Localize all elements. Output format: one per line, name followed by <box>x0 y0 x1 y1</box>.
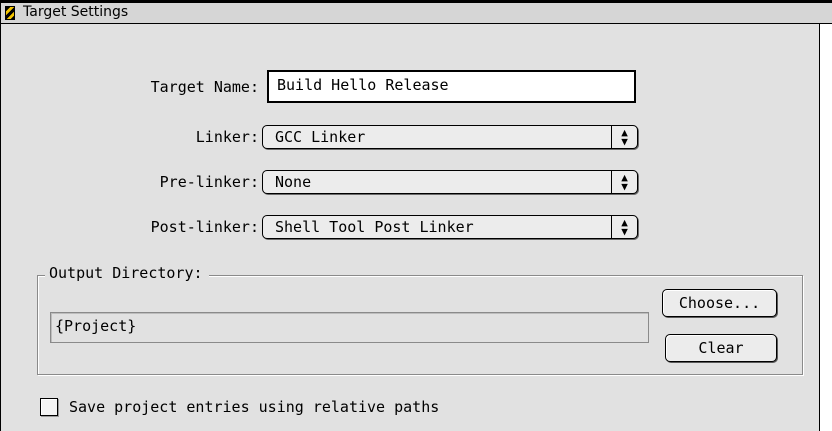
striped-warning-icon <box>5 6 15 20</box>
postlinker-popup[interactable]: Shell Tool Post Linker ▲ ▼ <box>262 215 638 239</box>
prelinker-popup[interactable]: None ▲ ▼ <box>262 170 638 194</box>
target-name-input[interactable]: Build Hello Release <box>267 70 636 103</box>
up-down-arrows-icon: ▲ ▼ <box>611 126 637 148</box>
target-settings-panel: Target Settings Target Name: Build Hello… <box>0 0 832 431</box>
postlinker-label: Post-linker: <box>150 218 259 236</box>
up-down-arrows-icon: ▲ ▼ <box>611 216 637 238</box>
target-name-label: Target Name: <box>150 78 259 96</box>
relative-paths-checkbox[interactable] <box>40 398 58 416</box>
clear-button[interactable]: Clear <box>665 334 777 362</box>
relative-paths-label[interactable]: Save project entries using relative path… <box>69 398 439 416</box>
window-title: Target Settings <box>23 4 129 20</box>
title-bar-top-border <box>1 0 832 3</box>
linker-popup-value: GCC Linker <box>275 128 366 146</box>
postlinker-popup-value: Shell Tool Post Linker <box>275 218 474 236</box>
prelinker-label: Pre-linker: <box>159 173 259 191</box>
prelinker-popup-value: None <box>275 173 312 191</box>
up-down-arrows-icon: ▲ ▼ <box>611 171 637 193</box>
output-directory-path: {Project} <box>50 312 649 343</box>
output-directory-label: Output Directory: <box>45 264 209 282</box>
linker-popup[interactable]: GCC Linker ▲ ▼ <box>262 125 638 149</box>
linker-label: Linker: <box>195 128 259 146</box>
title-bar: Target Settings <box>1 0 832 24</box>
choose-button[interactable]: Choose... <box>662 289 777 317</box>
